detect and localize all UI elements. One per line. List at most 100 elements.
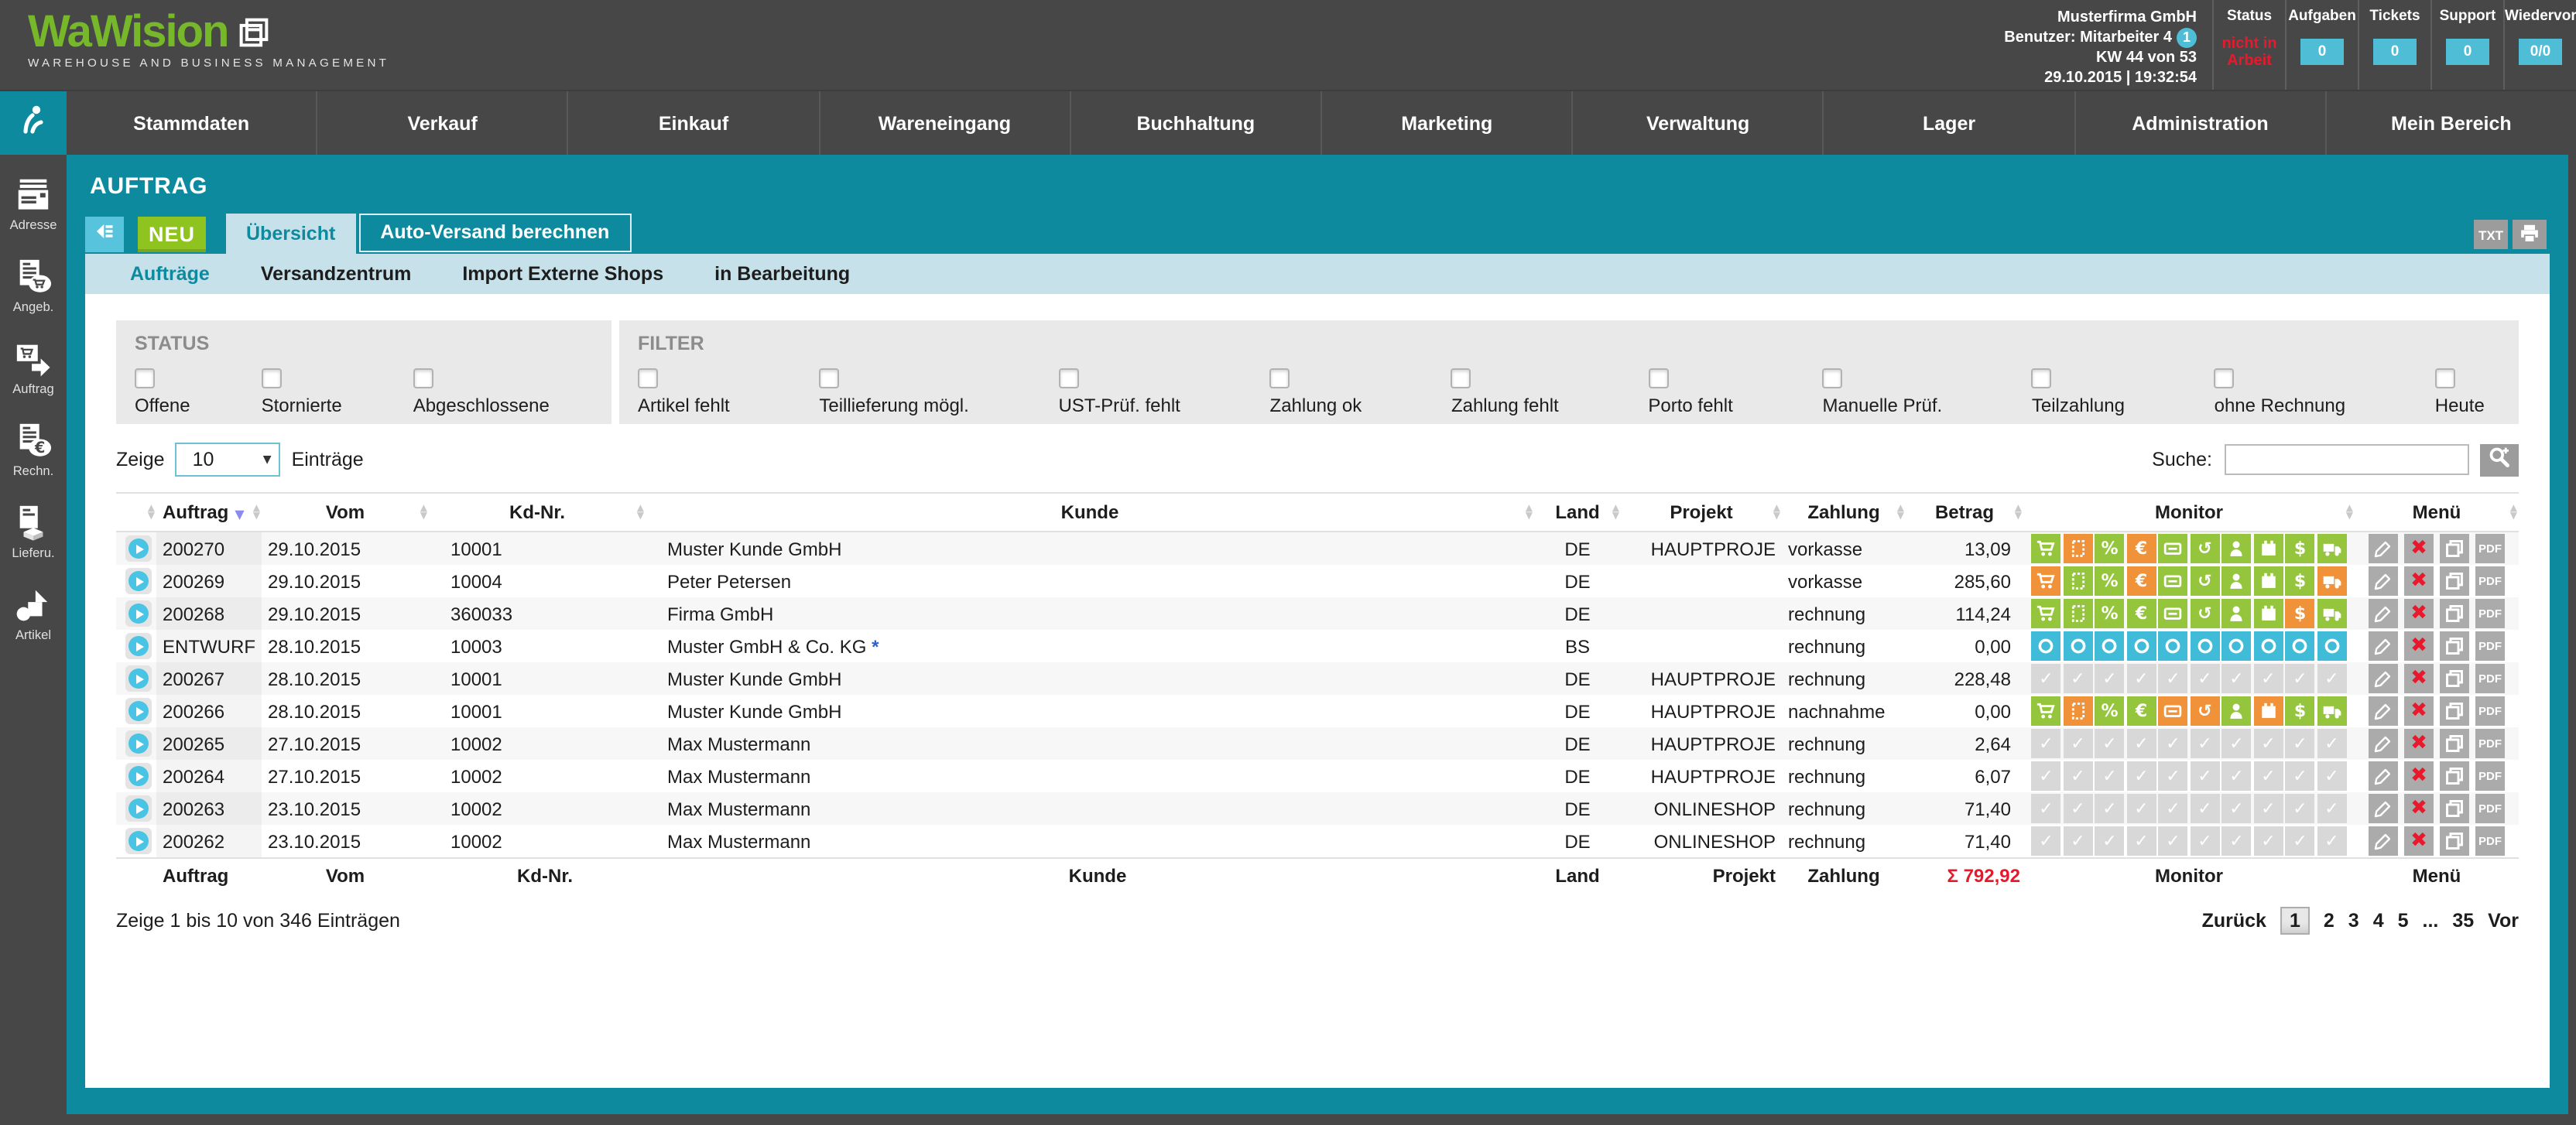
monitor-user-icon[interactable]	[2222, 631, 2252, 661]
edit-button[interactable]	[2369, 826, 2398, 856]
column-header-projekt[interactable]: Projekt▲▼	[1621, 493, 1782, 532]
monitor-cart-icon[interactable]: ✓	[2032, 794, 2061, 823]
monitor-user-icon[interactable]: ✓	[2222, 761, 2252, 791]
monitor-dollar-icon[interactable]: ✓	[2286, 761, 2315, 791]
monitor-stamp-icon[interactable]	[2064, 534, 2093, 563]
pagination-page-4[interactable]: 4	[2373, 910, 2384, 932]
monitor-dollar-icon[interactable]: ✓	[2286, 794, 2315, 823]
checkbox-zahlung-ok[interactable]	[1270, 368, 1290, 388]
sidebar-item-artikel[interactable]: Artikel	[14, 585, 53, 642]
nav-item-wareneingang[interactable]: Wareneingang	[818, 91, 1069, 155]
copy-button[interactable]	[2440, 729, 2469, 758]
monitor-euro-icon[interactable]: €	[2127, 696, 2156, 726]
expand-row-button[interactable]	[125, 730, 152, 757]
pagination-page-5[interactable]: 5	[2398, 910, 2409, 932]
nav-item-administration[interactable]: Administration	[2074, 91, 2324, 155]
monitor-truck-icon[interactable]: ✓	[2317, 664, 2347, 693]
monitor-dollar-icon[interactable]: $	[2286, 566, 2315, 596]
monitor-truck-icon[interactable]: ✓	[2317, 826, 2347, 856]
edit-button[interactable]	[2369, 794, 2398, 823]
column-header-betrag[interactable]: Betrag▲▼	[1906, 493, 2023, 532]
status-box-value-badge[interactable]: 0/0	[2519, 39, 2562, 65]
monitor-user-icon[interactable]: ✓	[2222, 826, 2252, 856]
monitor-calendar-icon[interactable]: ✓	[2254, 729, 2283, 758]
checkbox-porto-fehlt[interactable]	[1648, 368, 1668, 388]
delete-button[interactable]: ✖	[2404, 761, 2434, 791]
column-header-auftrag[interactable]: Auftrag▼▲▼	[156, 493, 262, 532]
monitor-calendar-icon[interactable]	[2254, 631, 2283, 661]
monitor-refresh-icon[interactable]: ✓	[2191, 761, 2220, 791]
monitor-user-icon[interactable]	[2222, 566, 2252, 596]
checkbox-stornierte[interactable]	[262, 368, 282, 388]
pdf-button[interactable]: PDF	[2475, 826, 2505, 856]
delete-button[interactable]: ✖	[2404, 566, 2434, 596]
monitor-refresh-icon[interactable]: ✓	[2191, 826, 2220, 856]
checkbox-heute[interactable]	[2435, 368, 2455, 388]
delete-button[interactable]: ✖	[2404, 794, 2434, 823]
nav-item-lager[interactable]: Lager	[1823, 91, 2074, 155]
tab-uebersicht[interactable]: Übersicht	[226, 214, 355, 254]
monitor-cart-icon[interactable]: ✓	[2032, 664, 2061, 693]
checkbox-ohne-rechnung[interactable]	[2215, 368, 2235, 388]
monitor-refresh-icon[interactable]: ↺	[2191, 696, 2220, 726]
monitor-stamp-icon[interactable]: ✓	[2064, 761, 2093, 791]
monitor-euro-icon[interactable]	[2127, 631, 2156, 661]
expand-row-button[interactable]	[125, 795, 152, 822]
delete-button[interactable]: ✖	[2404, 729, 2434, 758]
nav-item-stammdaten[interactable]: Stammdaten	[67, 91, 316, 155]
monitor-calendar-icon[interactable]	[2254, 599, 2283, 628]
pdf-button[interactable]: PDF	[2475, 566, 2505, 596]
monitor-truck-icon[interactable]	[2317, 599, 2347, 628]
monitor-percent-icon[interactable]: ✓	[2095, 794, 2125, 823]
pdf-button[interactable]: PDF	[2475, 631, 2505, 661]
user-badge[interactable]: 1	[2177, 28, 2197, 48]
edit-button[interactable]	[2369, 729, 2398, 758]
home-button[interactable]	[0, 91, 67, 155]
checkbox-abgeschlossene[interactable]	[413, 368, 433, 388]
monitor-dollar-icon[interactable]: ✓	[2286, 826, 2315, 856]
copy-button[interactable]	[2440, 534, 2469, 563]
checkbox-teilzahlung[interactable]	[2032, 368, 2052, 388]
monitor-card-icon[interactable]	[2159, 599, 2188, 628]
monitor-cart-icon[interactable]: ✓	[2032, 826, 2061, 856]
monitor-euro-icon[interactable]: ✓	[2127, 794, 2156, 823]
monitor-percent-icon[interactable]: %	[2095, 566, 2125, 596]
checkbox-manuelle-pruef[interactable]	[1822, 368, 1842, 388]
monitor-refresh-icon[interactable]: ↺	[2191, 566, 2220, 596]
monitor-card-icon[interactable]	[2159, 534, 2188, 563]
monitor-euro-icon[interactable]: ✓	[2127, 664, 2156, 693]
monitor-user-icon[interactable]: ✓	[2222, 664, 2252, 693]
monitor-euro-icon[interactable]: €	[2127, 599, 2156, 628]
monitor-dollar-icon[interactable]: $	[2286, 599, 2315, 628]
nav-item-mein-bereich[interactable]: Mein Bereich	[2325, 91, 2576, 155]
copy-button[interactable]	[2440, 826, 2469, 856]
monitor-euro-icon[interactable]: €	[2127, 566, 2156, 596]
monitor-percent-icon[interactable]: ✓	[2095, 761, 2125, 791]
monitor-truck-icon[interactable]: ✓	[2317, 794, 2347, 823]
copy-button[interactable]	[2440, 631, 2469, 661]
expand-row-button[interactable]	[125, 665, 152, 692]
monitor-stamp-icon[interactable]: ✓	[2064, 664, 2093, 693]
monitor-truck-icon[interactable]: ✓	[2317, 729, 2347, 758]
copy-button[interactable]	[2440, 794, 2469, 823]
monitor-cart-icon[interactable]	[2032, 566, 2061, 596]
nav-item-buchhaltung[interactable]: Buchhaltung	[1070, 91, 1321, 155]
monitor-stamp-icon[interactable]	[2064, 566, 2093, 596]
checkbox-ust-pruef-fehlt[interactable]	[1058, 368, 1078, 388]
copy-button[interactable]	[2440, 696, 2469, 726]
pagination-page-3[interactable]: 3	[2348, 910, 2359, 932]
monitor-stamp-icon[interactable]	[2064, 599, 2093, 628]
monitor-percent-icon[interactable]: %	[2095, 534, 2125, 563]
sidebar-item-angeb[interactable]: Angeb.	[13, 257, 54, 314]
monitor-truck-icon[interactable]	[2317, 534, 2347, 563]
checkbox-zahlung-fehlt[interactable]	[1451, 368, 1471, 388]
edit-button[interactable]	[2369, 534, 2398, 563]
monitor-user-icon[interactable]: ✓	[2222, 794, 2252, 823]
column-header-vom[interactable]: Vom▲▼	[262, 493, 429, 532]
edit-button[interactable]	[2369, 664, 2398, 693]
column-header-monitor[interactable]: Monitor▲▼	[2023, 493, 2355, 532]
copy-button[interactable]	[2440, 566, 2469, 596]
sidebar-item-adresse[interactable]: Adresse	[10, 175, 57, 232]
expand-row-button[interactable]	[125, 568, 152, 594]
subnav-item-versandzentrum[interactable]: Versandzentrum	[261, 263, 412, 285]
